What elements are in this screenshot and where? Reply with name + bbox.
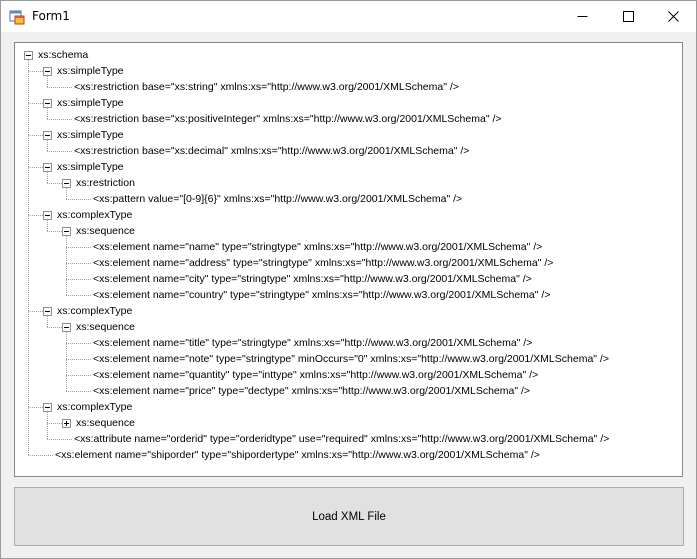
tree-node[interactable]: <xs:element name="price" type="dectype" … bbox=[93, 383, 530, 399]
expand-icon[interactable] bbox=[62, 419, 71, 428]
tree-node[interactable]: <xs:restriction base="xs:decimal" xmlns:… bbox=[74, 143, 469, 159]
tree-connector-line bbox=[47, 231, 62, 232]
tree-node[interactable]: <xs:element name="shiporder" type="shipo… bbox=[55, 447, 540, 463]
collapse-icon[interactable] bbox=[43, 163, 52, 172]
tree-connector-line bbox=[47, 327, 62, 328]
tree-node[interactable]: xs:simpleType bbox=[57, 63, 124, 79]
tree-node[interactable]: <xs:restriction base="xs:string" xmlns:x… bbox=[74, 79, 459, 95]
maximize-icon bbox=[623, 11, 634, 22]
close-icon bbox=[668, 11, 679, 22]
xml-tree-view[interactable]: xs:schema xs:simpleType <xs:restriction ba… bbox=[14, 42, 683, 477]
app-icon bbox=[9, 10, 25, 25]
tree-connector-line bbox=[66, 375, 91, 376]
tree-connector-line bbox=[28, 71, 43, 72]
maximize-button[interactable] bbox=[606, 1, 652, 32]
app-window: Form1 xs:schema xs:simpleType <xs:restrict… bbox=[0, 0, 697, 559]
tree-node[interactable]: xs:restriction bbox=[76, 175, 135, 191]
collapse-icon[interactable] bbox=[43, 307, 52, 316]
collapse-icon[interactable] bbox=[43, 67, 52, 76]
tree-connector-line bbox=[28, 455, 53, 456]
tree-node[interactable]: xs:sequence bbox=[76, 415, 135, 431]
tree-node[interactable]: xs:sequence bbox=[76, 223, 135, 239]
tree-connector-line bbox=[66, 188, 67, 199]
tree-connector-line bbox=[47, 412, 48, 439]
tree-node[interactable]: <xs:element name="city" type="stringtype… bbox=[93, 271, 532, 287]
tree-node[interactable]: <xs:element name="quantity" type="inttyp… bbox=[93, 367, 538, 383]
tree-connector-line bbox=[28, 167, 43, 168]
collapse-icon[interactable] bbox=[43, 211, 52, 220]
tree-node[interactable]: <xs:attribute name="orderid" type="order… bbox=[74, 431, 609, 447]
tree-node[interactable]: xs:simpleType bbox=[57, 95, 124, 111]
tree-connector-line bbox=[47, 172, 48, 183]
tree-node[interactable]: <xs:element name="country" type="stringt… bbox=[93, 287, 550, 303]
tree-connector-line bbox=[28, 135, 43, 136]
collapse-icon[interactable] bbox=[43, 131, 52, 140]
tree-node[interactable]: xs:simpleType bbox=[57, 127, 124, 143]
minimize-button[interactable] bbox=[560, 1, 606, 32]
tree-connector-line bbox=[28, 215, 43, 216]
tree-node[interactable]: <xs:restriction base="xs:positiveInteger… bbox=[74, 111, 502, 127]
tree-node[interactable]: <xs:pattern value="[0-9]{6}" xmlns:xs="h… bbox=[93, 191, 462, 207]
tree-connector-line bbox=[66, 343, 91, 344]
tree-connector-line bbox=[47, 76, 48, 87]
tree-connector-line bbox=[66, 199, 91, 200]
tree-connector-line bbox=[66, 391, 91, 392]
minimize-icon bbox=[577, 16, 588, 17]
tree-connector-line bbox=[47, 119, 72, 120]
tree-connector-line bbox=[47, 220, 48, 231]
collapse-icon[interactable] bbox=[62, 323, 71, 332]
tree-connector-line bbox=[66, 332, 67, 391]
tree-connector-line bbox=[66, 359, 91, 360]
tree-connector-line bbox=[47, 423, 62, 424]
tree-connector-line bbox=[66, 263, 91, 264]
tree-connector-line bbox=[47, 183, 62, 184]
collapse-icon[interactable] bbox=[43, 99, 52, 108]
tree-node[interactable]: <xs:element name="title" type="stringtyp… bbox=[93, 335, 532, 351]
tree-node[interactable]: xs:complexType bbox=[57, 303, 132, 319]
tree-connector-line bbox=[66, 236, 67, 295]
tree-node[interactable]: xs:complexType bbox=[57, 399, 132, 415]
tree-connector-line bbox=[66, 279, 91, 280]
collapse-icon[interactable] bbox=[62, 227, 71, 236]
close-button[interactable] bbox=[651, 1, 697, 32]
collapse-icon[interactable] bbox=[43, 403, 52, 412]
collapse-icon[interactable] bbox=[24, 51, 33, 60]
tree-connector-line bbox=[28, 103, 43, 104]
tree-connector-line bbox=[28, 311, 43, 312]
tree-node[interactable]: <xs:element name="name" type="stringtype… bbox=[93, 239, 542, 255]
tree-connector-line bbox=[66, 247, 91, 248]
tree-connector-line bbox=[47, 140, 48, 151]
load-xml-file-button[interactable]: Load XML File bbox=[14, 487, 684, 546]
tree-connector-line bbox=[28, 60, 29, 455]
tree-node[interactable]: xs:complexType bbox=[57, 207, 132, 223]
tree-connector-line bbox=[47, 439, 72, 440]
tree-connector-line bbox=[47, 108, 48, 119]
tree-connector-line bbox=[28, 407, 43, 408]
title-bar[interactable]: Form1 bbox=[1, 1, 696, 32]
tree-node[interactable]: xs:schema bbox=[38, 47, 88, 63]
collapse-icon[interactable] bbox=[62, 179, 71, 188]
tree-connector-line bbox=[47, 151, 72, 152]
tree-node[interactable]: <xs:element name="address" type="stringt… bbox=[93, 255, 553, 271]
tree-node[interactable]: xs:simpleType bbox=[57, 159, 124, 175]
tree-connector-line bbox=[66, 295, 91, 296]
tree-node[interactable]: <xs:element name="note" type="stringtype… bbox=[93, 351, 609, 367]
tree-node[interactable]: xs:sequence bbox=[76, 319, 135, 335]
window-title: Form1 bbox=[32, 9, 70, 23]
tree-connector-line bbox=[47, 316, 48, 327]
tree-connector-line bbox=[47, 87, 72, 88]
